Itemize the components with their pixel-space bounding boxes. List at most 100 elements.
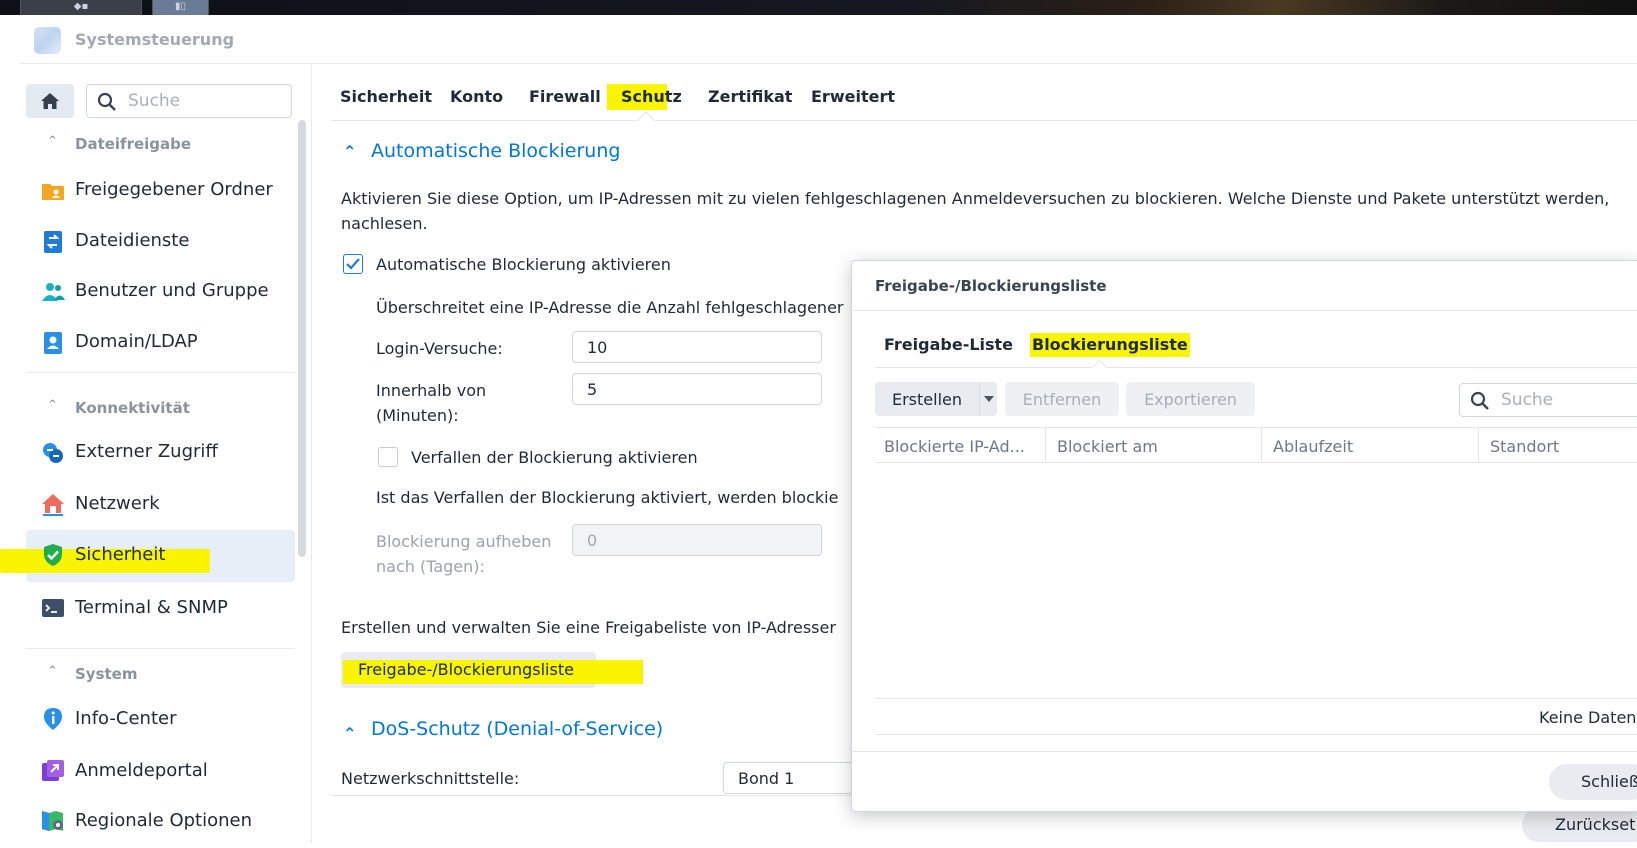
tab-schutz[interactable]: Schutz [621, 87, 682, 106]
allowlist-text: Erstellen und verwalten Sie eine Freigab… [341, 618, 836, 637]
reset-button[interactable]: Zurückset [1522, 808, 1637, 842]
external-access-icon [43, 443, 63, 463]
sidebar-item-domain-ldap[interactable]: Domain/LDAP [26, 317, 295, 369]
login-attempts-input[interactable]: 10 [572, 331, 822, 363]
search-icon [1470, 391, 1489, 410]
allow-block-list-button[interactable]: Freigabe-/Blockierungsliste [341, 652, 643, 688]
sidebar-item-label: Dateidienste [75, 230, 190, 251]
sidebar-item-regionale-optionen[interactable]: Regionale Optionen [26, 796, 295, 848]
remove-button[interactable]: Entfernen [1005, 382, 1119, 416]
dialog-tab-blockierungsliste[interactable]: Blockierungsliste [1032, 335, 1188, 354]
sidebar-group-konnektivitaet[interactable]: Konnektivität [75, 399, 190, 417]
sidebar-item-label: Benutzer und Gruppe [75, 280, 269, 301]
column-separator[interactable] [1045, 428, 1046, 462]
network-interface-select[interactable]: Bond 1 [723, 762, 863, 794]
dialog-tabs-divider [875, 367, 1637, 368]
sidebar-item-netzwerk[interactable]: Netzwerk [26, 479, 295, 531]
allow-block-list-button-label: Freigabe-/Blockierungsliste [358, 660, 574, 679]
sidebar-item-externer-zugriff[interactable]: Externer Zugriff [26, 427, 295, 479]
sidebar-item-label: Anmeldeportal [75, 760, 208, 781]
folder-share-icon [42, 184, 64, 200]
enable-expire-checkbox[interactable] [378, 447, 398, 467]
sidebar-group-dateifreigabe[interactable]: Dateifreigabe [75, 135, 191, 153]
users-icon [42, 283, 65, 301]
sidebar-item-label: Regionale Optionen [75, 810, 253, 831]
column-header-location[interactable]: Standort [1490, 437, 1559, 456]
sidebar-item-label: Netzwerk [75, 493, 160, 514]
dialog-footer-divider [851, 751, 1637, 752]
tab-erweitert[interactable]: Erweitert [811, 87, 895, 106]
section-title-dos[interactable]: DoS-Schutz (Denial-of-Service) [371, 718, 663, 740]
taskbar-window-tab[interactable]: ◆▪ [20, 0, 142, 15]
enable-auto-block-label[interactable]: Automatische Blockierung aktivieren [376, 252, 671, 277]
sidebar-item-dateidienste[interactable]: Dateidienste [26, 216, 295, 268]
chevron-up-icon[interactable]: ⌃ [47, 398, 58, 413]
within-minutes-label-cont: (Minuten): [376, 406, 459, 425]
login-portal-icon [42, 760, 64, 781]
enable-auto-block-checkbox[interactable] [343, 254, 363, 274]
network-interface-label: Netzwerkschnittstelle: [341, 769, 520, 788]
sidebar-item-info-center[interactable]: Info-Center [26, 694, 295, 746]
terminal-icon [42, 599, 64, 617]
file-services-icon [44, 231, 62, 253]
create-button[interactable]: Erstellen [875, 382, 979, 416]
caret-down-icon [983, 396, 994, 402]
sidebar-item-benutzer-und-gruppe[interactable]: Benutzer und Gruppe [26, 266, 295, 318]
window-title: Systemsteuerung [75, 30, 235, 49]
sidebar-group-system[interactable]: System [75, 665, 137, 683]
tab-firewall[interactable]: Firewall [529, 87, 601, 106]
column-header-blocked-at[interactable]: Blockiert am [1057, 437, 1158, 456]
auto-block-description: Aktivieren Sie diese Option, um IP-Adres… [341, 189, 1610, 208]
control-panel-icon [34, 27, 61, 54]
dialog-close-button[interactable]: Schließ [1549, 764, 1637, 800]
column-header-expiry[interactable]: Ablaufzeit [1273, 437, 1353, 456]
unblock-days-input[interactable]: 0 [572, 524, 822, 556]
export-button[interactable]: Exportieren [1126, 382, 1255, 416]
home-icon [41, 93, 59, 109]
taskbar-active-tab[interactable]: ▮▯ [152, 0, 209, 15]
sidebar-item-label: Freigegebener Ordner [75, 179, 273, 200]
checkmark-icon [346, 258, 360, 270]
sidebar-item-terminal-snmp[interactable]: Terminal & SNMP [26, 583, 295, 635]
dialog-tab-freigabe-liste[interactable]: Freigabe-Liste [884, 335, 1013, 354]
auto-block-description-cont: nachlesen. [341, 214, 428, 233]
tab-konto[interactable]: Konto [450, 87, 503, 106]
chevron-up-icon[interactable]: ⌃ [343, 724, 356, 743]
column-separator[interactable] [1478, 428, 1479, 462]
taskbar-active-glyph-icon: ▮▯ [174, 1, 186, 12]
table-empty-text: Keine Daten [1539, 708, 1637, 727]
sidebar-item-freigegebener-ordner[interactable]: Freigegebener Ordner [26, 165, 295, 217]
dialog-search-placeholder: Suche [1501, 390, 1554, 410]
dialog-title: Freigabe-/Blockierungsliste [875, 277, 1107, 295]
taskbar-glyph-icon: ◆▪ [73, 1, 89, 12]
sidebar-item-label: Info-Center [75, 708, 177, 729]
section-title-auto-block[interactable]: Automatische Blockierung [371, 140, 620, 162]
column-separator[interactable] [1261, 428, 1262, 462]
create-dropdown-button[interactable] [979, 382, 997, 416]
home-button[interactable] [26, 84, 74, 118]
active-tab-caret [637, 111, 655, 129]
within-minutes-input[interactable]: 5 [572, 373, 822, 405]
sidebar-item-anmeldeportal[interactable]: Anmeldeportal [26, 746, 295, 798]
chevron-up-icon[interactable]: ⌃ [47, 664, 58, 679]
within-minutes-label: Innerhalb von [376, 381, 487, 400]
section-divider [331, 795, 851, 796]
login-attempts-label: Login-Versuche: [376, 339, 503, 358]
unblock-days-label-cont: nach (Tagen): [376, 557, 485, 576]
search-icon [97, 92, 116, 111]
sidebar-divider [26, 372, 295, 373]
sidebar-item-sicherheit[interactable]: Sicherheit [0, 530, 295, 582]
enable-expire-label[interactable]: Verfallen der Blockierung aktivieren [411, 445, 698, 470]
tab-sicherheit[interactable]: Sicherheit [340, 87, 432, 106]
table-header-border [875, 462, 1637, 463]
sidebar-item-label: Sicherheit [75, 544, 166, 565]
column-header-blocked-ip[interactable]: Blockierte IP-Ad... [884, 437, 1025, 456]
sidebar-scrollbar[interactable] [298, 120, 306, 557]
tab-zertifikat[interactable]: Zertifikat [708, 87, 792, 106]
chevron-up-icon[interactable]: ⌃ [47, 134, 58, 149]
sidebar-search-placeholder: Suche [128, 91, 181, 111]
unblock-days-label: Blockierung aufheben [376, 532, 552, 551]
sidebar-item-label: Externer Zugriff [75, 441, 218, 462]
chevron-up-icon[interactable]: ⌃ [343, 142, 356, 161]
reset-button-label: Zurückset [1555, 815, 1636, 834]
